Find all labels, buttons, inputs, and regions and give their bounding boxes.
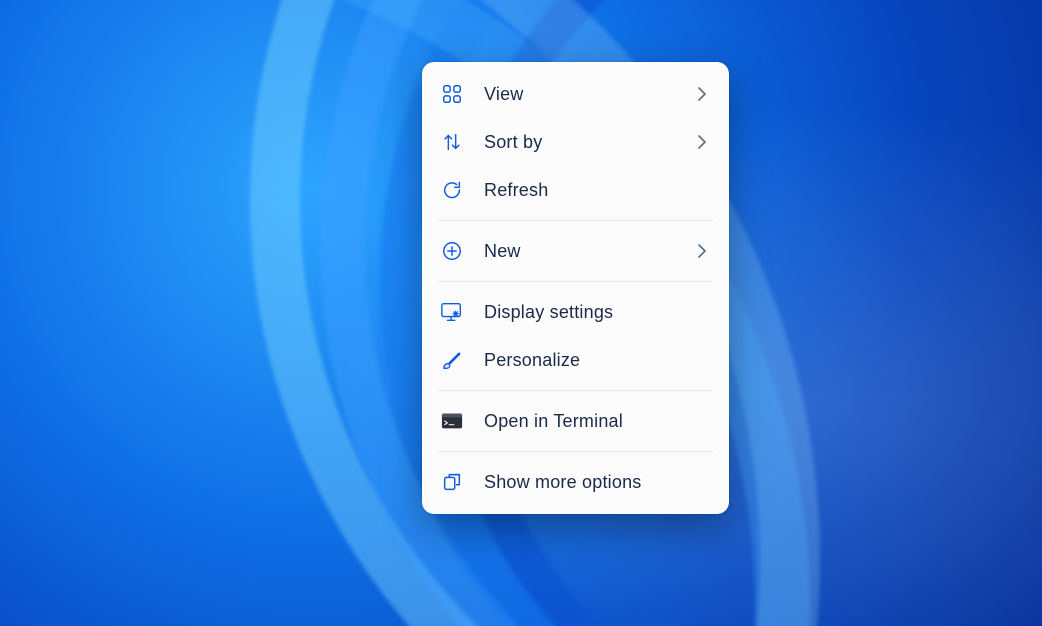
desktop-wallpaper[interactable]: View Sort by [0, 0, 1042, 626]
show-more-options-icon [440, 470, 464, 494]
sort-arrows-icon [440, 130, 464, 154]
chevron-right-icon [693, 87, 711, 101]
menu-item-personalize[interactable]: Personalize [428, 336, 723, 384]
new-plus-icon [440, 239, 464, 263]
view-grid-icon [440, 82, 464, 106]
menu-separator [438, 451, 713, 452]
menu-item-show-more-options[interactable]: Show more options [428, 458, 723, 506]
menu-item-label: View [484, 84, 693, 105]
menu-separator [438, 220, 713, 221]
menu-item-open-in-terminal[interactable]: Open in Terminal [428, 397, 723, 445]
menu-item-new[interactable]: New [428, 227, 723, 275]
menu-item-label: Personalize [484, 350, 711, 371]
chevron-right-icon [693, 244, 711, 258]
menu-item-refresh[interactable]: Refresh [428, 166, 723, 214]
menu-item-sort-by[interactable]: Sort by [428, 118, 723, 166]
menu-item-label: Refresh [484, 180, 711, 201]
menu-item-view[interactable]: View [428, 70, 723, 118]
menu-item-display-settings[interactable]: Display settings [428, 288, 723, 336]
personalize-paintbrush-icon [440, 348, 464, 372]
display-settings-icon [440, 300, 464, 324]
menu-item-label: Show more options [484, 472, 711, 493]
menu-item-label: Open in Terminal [484, 411, 711, 432]
refresh-icon [440, 178, 464, 202]
chevron-right-icon [693, 135, 711, 149]
desktop-context-menu: View Sort by [422, 62, 729, 514]
menu-separator [438, 390, 713, 391]
menu-item-label: Sort by [484, 132, 693, 153]
menu-item-label: Display settings [484, 302, 711, 323]
terminal-icon [440, 409, 464, 433]
menu-item-label: New [484, 241, 693, 262]
menu-separator [438, 281, 713, 282]
